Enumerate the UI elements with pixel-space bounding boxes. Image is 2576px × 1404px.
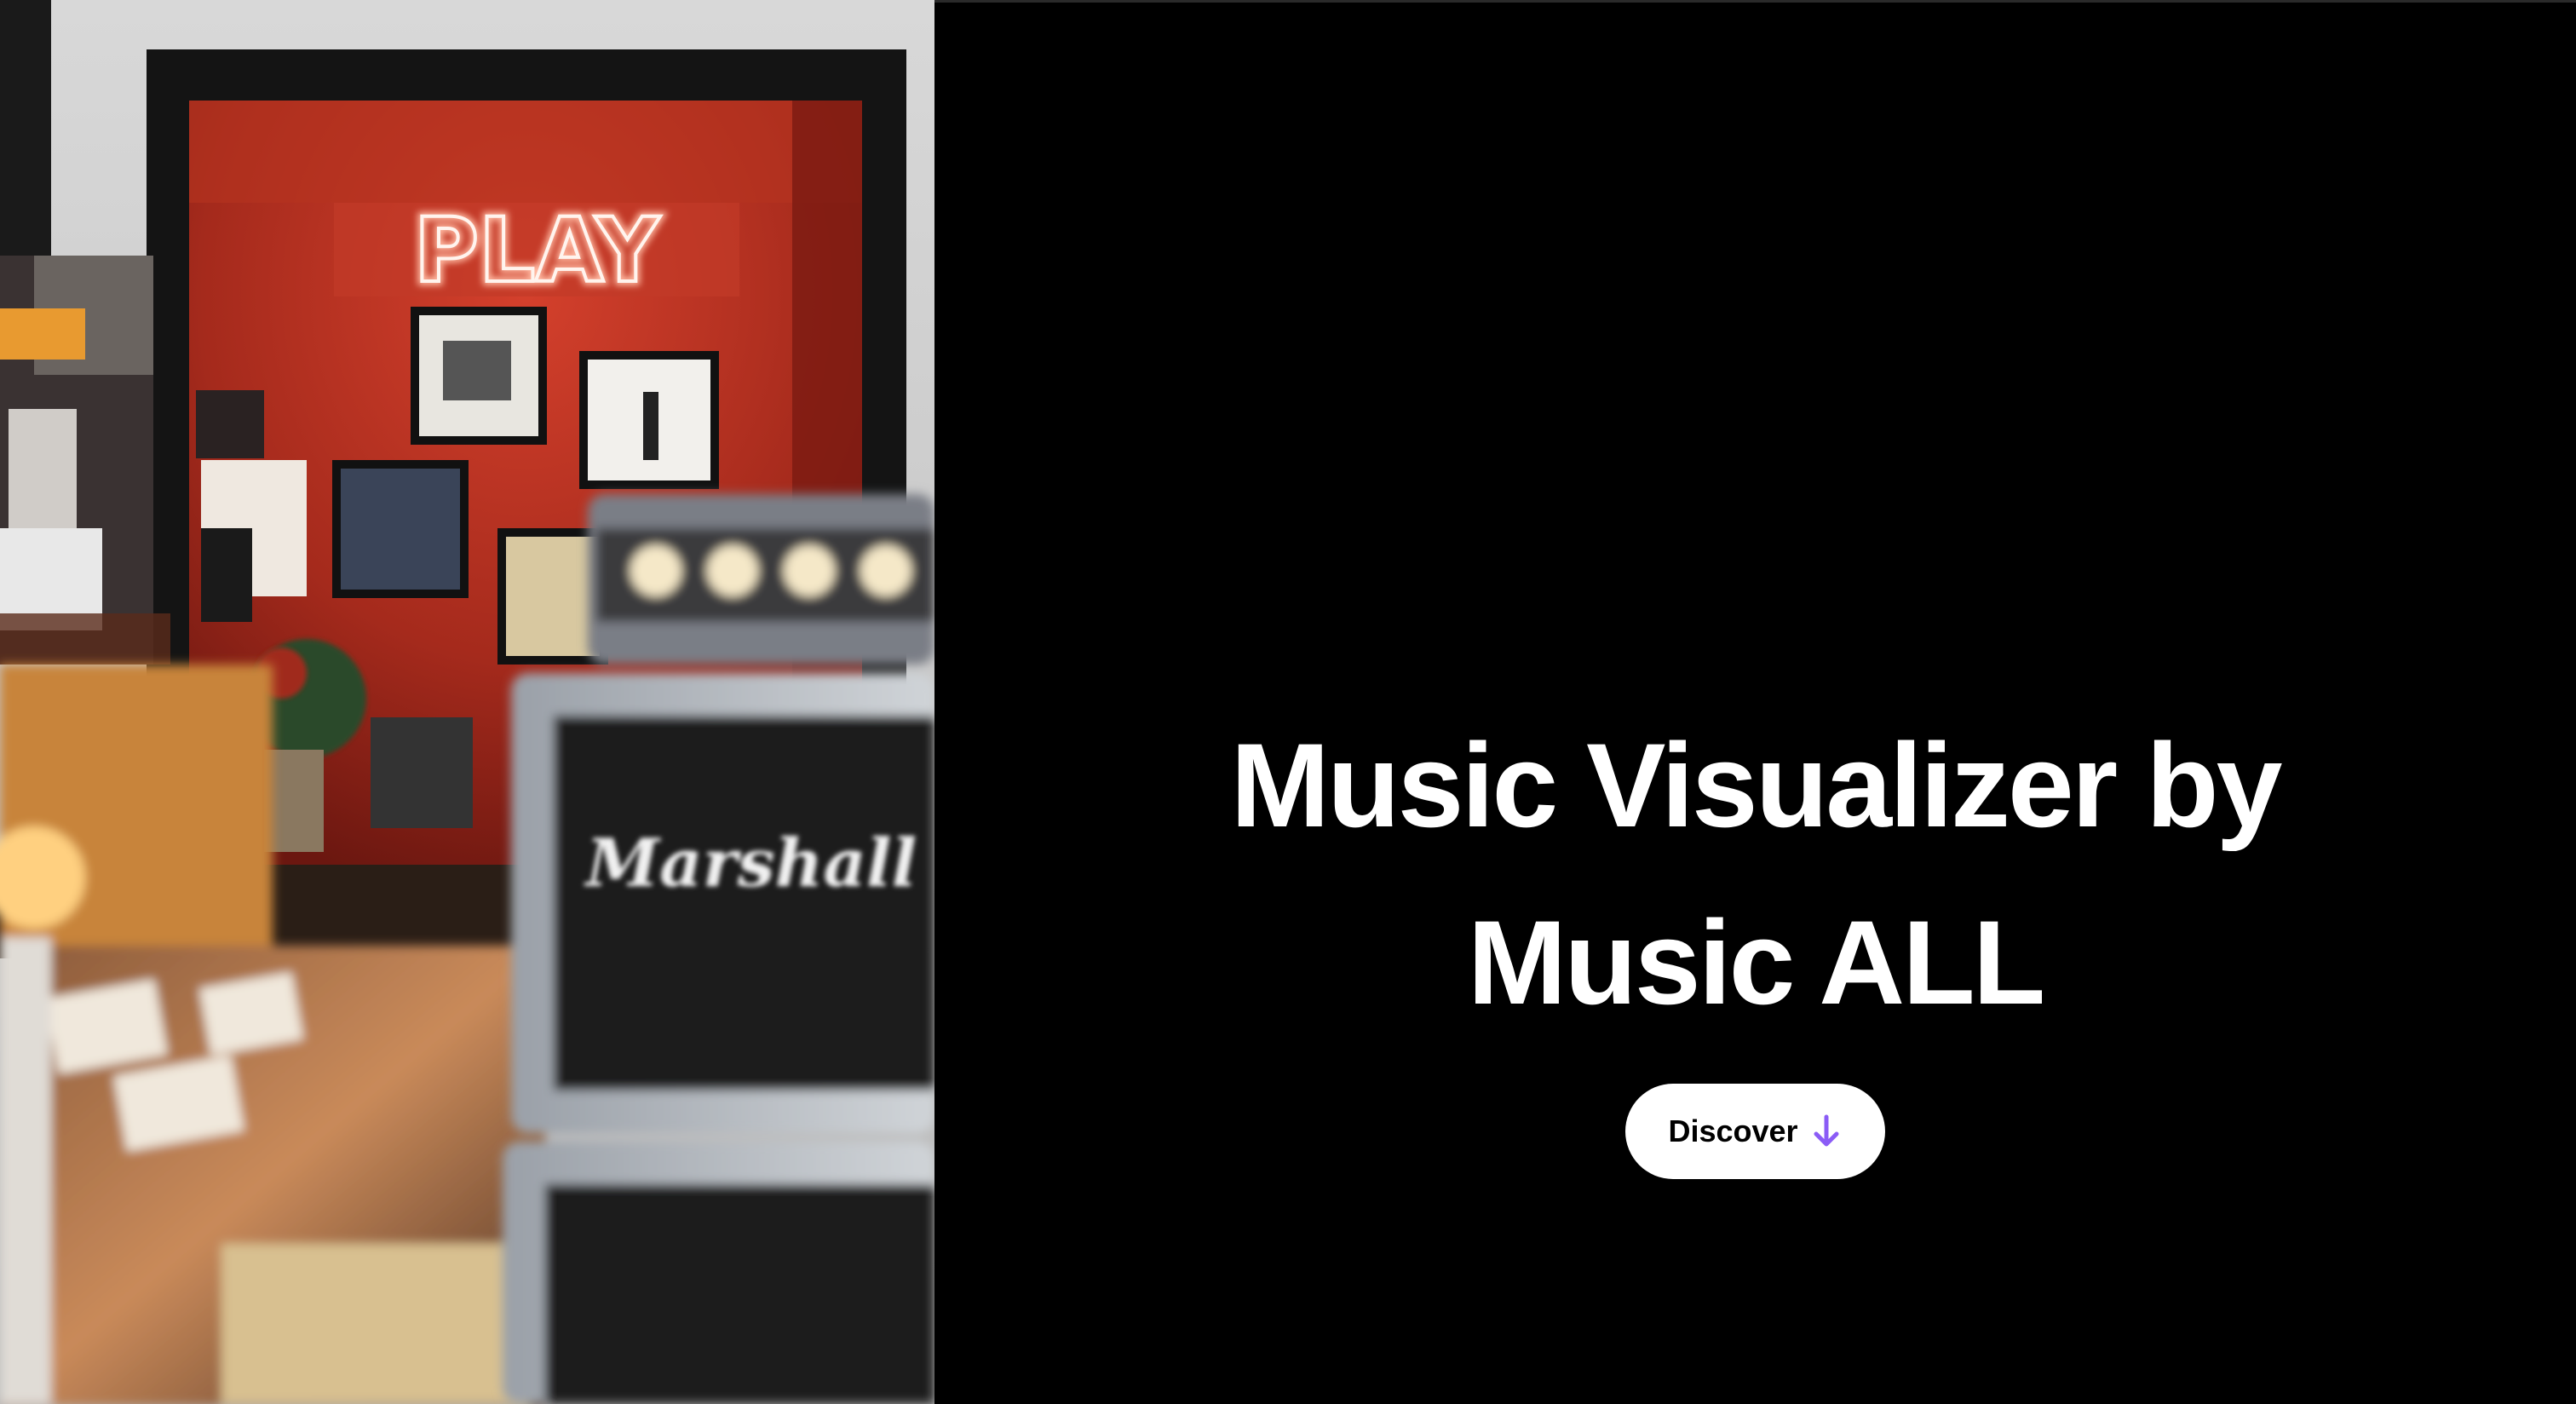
amp-logo: Marshall — [584, 825, 917, 902]
discover-button[interactable]: Discover — [1625, 1084, 1885, 1179]
landing-page: PLAY PLAY Marshall Music Visualizer by M… — [0, 0, 2576, 1404]
arrow-down-icon — [1812, 1114, 1841, 1148]
discover-button-label: Discover — [1668, 1113, 1798, 1148]
hero-section: Music Visualizer by Music ALL Discover — [934, 0, 2576, 1404]
hero-photo: PLAY PLAY Marshall — [0, 0, 934, 1404]
neon-sign: PLAY — [414, 199, 661, 302]
hero-title: Music Visualizer by Music ALL — [1230, 718, 2282, 1029]
